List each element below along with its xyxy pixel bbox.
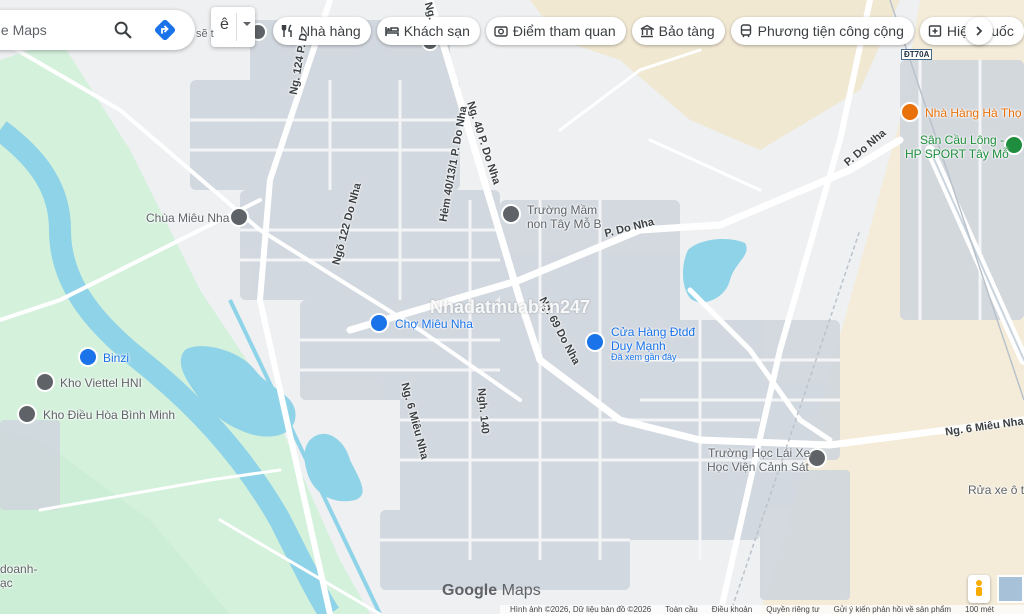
- truong-lai-xe-pin[interactable]: [807, 448, 827, 468]
- label-truong-mam-non-2[interactable]: non Tây Mỗ B: [527, 217, 601, 231]
- chip-label: Bảo tàng: [658, 23, 715, 39]
- chip-label: Phương tiện công cộng: [757, 23, 904, 39]
- dropdown-divider: [236, 13, 237, 41]
- label-rua-xe[interactable]: Rửa xe ô t: [968, 483, 1024, 497]
- cua-hang-pin[interactable]: [585, 332, 605, 352]
- chip-label: Khách sạn: [403, 23, 470, 39]
- layers-toggle[interactable]: [997, 575, 1024, 603]
- label-nha-hang-ha-tho[interactable]: Nhà Hàng Hà Thọ: [925, 106, 1022, 120]
- logo-product: Maps: [501, 582, 541, 599]
- cho-mieu-nha-pin[interactable]: [369, 313, 389, 333]
- pegman-icon: [976, 580, 982, 596]
- street-view-pegman[interactable]: [968, 575, 990, 603]
- footer-attribution[interactable]: Hình ảnh ©2026, Dữ liệu bản đồ ©2026: [510, 605, 651, 614]
- label-cua-hang[interactable]: Cửa Hàng Đtdđ: [611, 325, 695, 339]
- hotel-icon: [384, 27, 399, 36]
- chua-mieu-nha-pin[interactable]: [229, 207, 249, 227]
- museum-icon: [640, 24, 654, 38]
- restaurant-icon: [281, 24, 292, 37]
- label-truong-lai-xe-2[interactable]: Học Viện Cảnh Sát: [707, 460, 809, 474]
- watermark: Nhadatmuaban247: [430, 297, 591, 317]
- chip-attractions[interactable]: Điểm tham quan: [485, 17, 626, 45]
- attribution-bar: Hình ảnh ©2026, Dữ liệu bản đồ ©2026 Toà…: [500, 605, 1024, 614]
- google-maps-logo: Google Maps: [442, 582, 541, 600]
- label-cho-mieu-nha[interactable]: Chợ Miêu Nha: [395, 317, 473, 331]
- label-san-cau-long[interactable]: Sân Cầu Lông -: [920, 133, 1004, 147]
- footer-global[interactable]: Toàn cầu: [665, 605, 697, 614]
- footer-scale[interactable]: 100 mét: [965, 605, 994, 614]
- logo-brand: Google: [442, 582, 498, 599]
- label-doanh: doanh-: [0, 562, 38, 576]
- binzi-pin[interactable]: [78, 347, 98, 367]
- dropdown-glyph: ê: [220, 16, 229, 33]
- search-icon[interactable]: [112, 19, 134, 41]
- label-recently-viewed: Đã xem gần đây: [611, 352, 677, 362]
- footer-feedback[interactable]: Gửi ý kiến phản hồi về sản phẩm: [834, 605, 951, 614]
- chevron-right-icon: [976, 26, 983, 36]
- layer-dropdown[interactable]: ê: [211, 7, 255, 47]
- category-chips: Nhà hàng Khách sạn Điểm tham quan Bảo tà…: [273, 17, 1024, 45]
- truong-mam-non-pin[interactable]: [501, 204, 521, 224]
- label-se: sẽ t: [196, 28, 214, 40]
- label-kho-viettel[interactable]: Kho Viettel HNI: [60, 376, 142, 390]
- caret-down-icon[interactable]: [243, 22, 251, 26]
- chip-museums[interactable]: Bảo tàng: [631, 17, 725, 45]
- kho-dieu-hoa-pin[interactable]: [17, 404, 37, 424]
- search-input[interactable]: gle Maps: [0, 22, 47, 38]
- chip-transit[interactable]: Phương tiện công cộng: [730, 17, 914, 45]
- camera-icon: [494, 26, 508, 37]
- label-doanh-2: ạc: [0, 576, 13, 590]
- pharmacy-icon: [928, 25, 942, 37]
- directions-icon[interactable]: [153, 18, 177, 42]
- route-badge-dt70a: ĐT70A: [901, 49, 933, 60]
- label-binzi[interactable]: Binzi: [103, 351, 129, 365]
- nha-hang-ha-tho-pin[interactable]: [900, 102, 920, 122]
- footer-privacy[interactable]: Quyền riêng tư: [766, 605, 819, 614]
- chips-next-button[interactable]: [965, 17, 993, 45]
- label-truong-mam-non[interactable]: Trường Mầm: [527, 203, 597, 217]
- label-chua-mieu-nha[interactable]: Chùa Miêu Nha: [146, 211, 229, 225]
- chip-hotels[interactable]: Khách sạn: [376, 17, 480, 45]
- chip-label: Điểm tham quan: [512, 23, 616, 39]
- label-san-cau-long-2[interactable]: HP SPORT Tây Mỗ: [905, 147, 1009, 161]
- label-truong-lai-xe[interactable]: Trường Học Lái Xe: [708, 446, 810, 460]
- label-cua-hang-2[interactable]: Duy Mạnh: [611, 339, 666, 353]
- chip-restaurants[interactable]: Nhà hàng: [273, 17, 371, 45]
- footer-terms[interactable]: Điều khoản: [712, 605, 752, 614]
- label-kho-dieu-hoa[interactable]: Kho Điều Hòa Bình Minh: [43, 408, 175, 422]
- search-box[interactable]: gle Maps: [0, 10, 195, 50]
- kho-viettel-pin[interactable]: [35, 372, 55, 392]
- transit-icon: [740, 24, 751, 38]
